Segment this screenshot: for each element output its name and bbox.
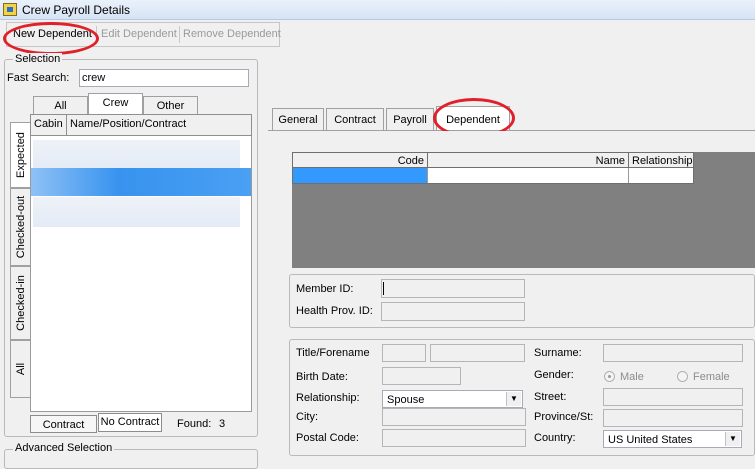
- dependent-grid-row[interactable]: [292, 168, 694, 184]
- street-field[interactable]: [603, 388, 743, 406]
- remove-dependent-button[interactable]: Remove Dependent: [183, 28, 281, 40]
- member-id-field[interactable]: [381, 279, 525, 298]
- side-tab-all-label: All: [14, 362, 27, 376]
- crew-list-header: Cabin Name/Position/Contract: [30, 114, 252, 136]
- relationship-select[interactable]: Spouse ▼: [382, 390, 523, 408]
- chevron-down-icon[interactable]: ▼: [725, 432, 740, 446]
- gender-female-label: Female: [693, 371, 730, 383]
- health-prov-id-label: Health Prov. ID:: [296, 305, 373, 317]
- side-tab-expected[interactable]: Expected: [10, 122, 30, 188]
- side-tab-all[interactable]: All: [10, 340, 30, 398]
- city-label: City:: [296, 411, 318, 423]
- tab-crew[interactable]: Crew: [88, 93, 143, 115]
- tab-all[interactable]: All: [33, 96, 88, 114]
- province-field[interactable]: [603, 409, 743, 427]
- relationship-label: Relationship:: [296, 392, 360, 404]
- tab-contract[interactable]: Contract: [326, 108, 384, 130]
- list-item[interactable]: [33, 140, 240, 168]
- toolbar-separator: [179, 26, 180, 43]
- contract-button[interactable]: Contract: [30, 415, 97, 433]
- grid-cell-code[interactable]: [293, 168, 427, 183]
- dependent-grid-header: Code Name Relationship: [292, 152, 694, 168]
- annotation-circle-new-dependent: [3, 22, 99, 55]
- fast-search-label: Fast Search:: [7, 72, 70, 84]
- title-bar: Crew Payroll Details: [0, 0, 755, 20]
- found-count: 3: [219, 418, 226, 430]
- street-label: Street:: [534, 391, 567, 403]
- birth-date-label: Birth Date:: [296, 371, 348, 383]
- list-item-selected[interactable]: [31, 168, 251, 196]
- found-label: Found:: [177, 418, 212, 430]
- postal-code-field[interactable]: [382, 429, 526, 447]
- birth-date-field[interactable]: [382, 367, 461, 385]
- province-label: Province/St:: [534, 411, 594, 423]
- title-field[interactable]: [382, 344, 426, 362]
- health-prov-id-field[interactable]: [381, 302, 525, 321]
- side-tab-checked-in[interactable]: Checked-in: [10, 266, 30, 340]
- grid-divider: [427, 168, 428, 183]
- gender-label: Gender:: [534, 369, 574, 381]
- tab-other[interactable]: Other: [143, 96, 198, 114]
- selection-group-label: Selection: [13, 53, 63, 65]
- country-label: Country:: [534, 432, 576, 444]
- window-title: Crew Payroll Details: [22, 3, 131, 17]
- relationship-value: Spouse: [387, 394, 425, 406]
- tab-payroll[interactable]: Payroll: [386, 108, 434, 130]
- column-header-relationship[interactable]: Relationship: [629, 153, 695, 167]
- gender-male-label: Male: [620, 371, 644, 383]
- side-tab-expected-label: Expected: [14, 132, 27, 178]
- column-header-cabin[interactable]: Cabin: [31, 115, 67, 135]
- postal-code-label: Postal Code:: [296, 432, 359, 444]
- surname-label: Surname:: [534, 347, 582, 359]
- surname-field[interactable]: [603, 344, 743, 362]
- gender-female-radio[interactable]: [677, 371, 688, 382]
- text-cursor: [383, 282, 384, 295]
- gender-male-radio[interactable]: [604, 371, 615, 382]
- tab-general[interactable]: General: [272, 108, 324, 130]
- title-forename-label: Title/Forename: [296, 347, 370, 359]
- member-id-label: Member ID:: [296, 283, 354, 295]
- side-tab-checked-out-label: Checked-out: [14, 195, 27, 259]
- edit-dependent-button[interactable]: Edit Dependent: [101, 28, 177, 40]
- forename-field[interactable]: [430, 344, 525, 362]
- column-header-code[interactable]: Code: [293, 153, 428, 167]
- advanced-selection-label[interactable]: Advanced Selection: [13, 442, 115, 454]
- fast-search-input[interactable]: [79, 69, 249, 87]
- country-select[interactable]: US United States ▼: [603, 430, 742, 448]
- country-value: US United States: [608, 434, 693, 446]
- city-field[interactable]: [382, 408, 526, 426]
- column-header-name[interactable]: Name/Position/Contract: [67, 115, 253, 135]
- no-contract-button[interactable]: No Contract: [98, 413, 162, 432]
- side-tab-checked-in-label: Checked-in: [14, 275, 27, 331]
- grid-divider: [628, 168, 629, 183]
- list-item[interactable]: [33, 197, 240, 227]
- app-window-icon: [3, 3, 17, 16]
- chevron-down-icon[interactable]: ▼: [506, 392, 521, 406]
- side-tab-checked-out[interactable]: Checked-out: [10, 188, 30, 266]
- column-header-name[interactable]: Name: [428, 153, 629, 167]
